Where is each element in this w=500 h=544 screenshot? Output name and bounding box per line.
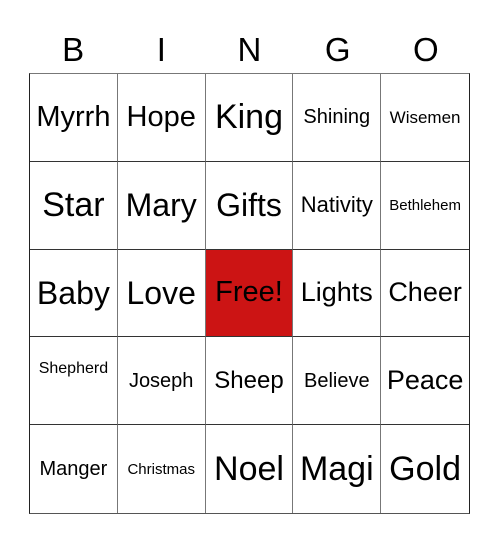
free-space-cell[interactable]: Free! (205, 249, 294, 338)
bingo-cell[interactable]: Magi (293, 425, 382, 513)
bingo-cell[interactable]: Lights (293, 249, 382, 338)
header-letter-n: N (237, 31, 262, 68)
header-letter-g: G (324, 31, 351, 68)
bingo-cell[interactable]: Mary (117, 161, 206, 250)
bingo-cell[interactable]: Shepherd (30, 337, 118, 426)
bingo-cell[interactable]: Noel (206, 425, 294, 513)
header-letter-o: O (413, 31, 439, 68)
bingo-cell[interactable]: Believe (293, 337, 382, 426)
bingo-cell[interactable]: Sheep (205, 337, 294, 426)
bingo-cell[interactable]: Bethlehem (381, 162, 469, 250)
bingo-cell[interactable]: Love (117, 249, 206, 338)
bingo-cell[interactable]: Joseph (117, 337, 206, 426)
header-letter-i: I (156, 31, 166, 68)
bingo-cell[interactable]: Gifts (205, 161, 294, 250)
bingo-cell[interactable]: Baby (30, 249, 118, 338)
bingo-cell[interactable]: Manger (30, 425, 118, 513)
bingo-cell[interactable]: Myrrh (30, 74, 118, 162)
bingo-cell[interactable]: Hope (117, 74, 206, 162)
bingo-cell[interactable]: Wisemen (381, 74, 469, 162)
bingo-cell[interactable]: Shining (293, 74, 382, 162)
bingo-header: B I N G O (29, 28, 470, 72)
bingo-cell[interactable]: Christmas (118, 425, 206, 513)
bingo-cell[interactable]: Nativity (293, 161, 382, 250)
bingo-cell[interactable]: Gold (381, 425, 469, 513)
bingo-cell[interactable]: Cheer (381, 250, 469, 338)
bingo-cell[interactable]: Star (30, 161, 118, 250)
bingo-cell[interactable]: King (205, 74, 294, 162)
header-letter-b: B (62, 31, 85, 68)
bingo-cell[interactable]: Peace (381, 337, 469, 426)
bingo-board: Myrrh Hope King Shining Wisemen Star Mar… (29, 73, 470, 514)
